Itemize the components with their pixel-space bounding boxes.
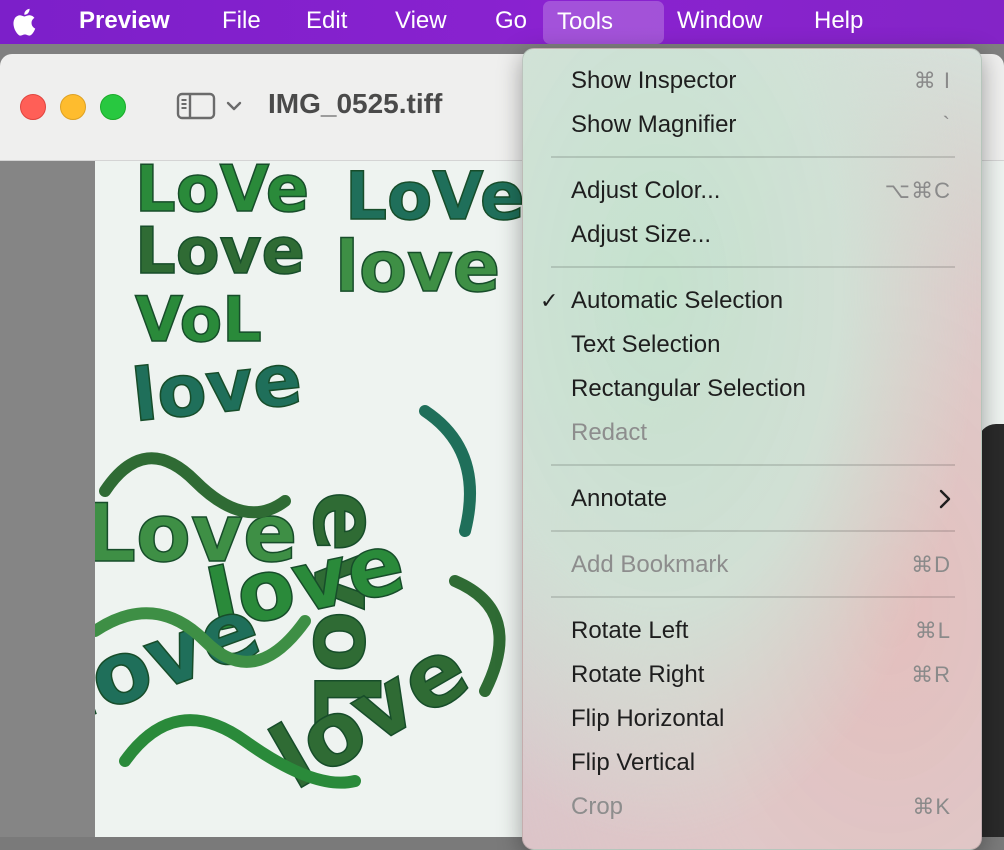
menu-item-label: Rotate Left	[571, 617, 689, 644]
menu-item-show-inspector[interactable]: Show Inspector ⌘ I	[523, 61, 981, 101]
graffiti-word: love	[128, 337, 306, 438]
minimize-button[interactable]	[60, 94, 86, 120]
menu-bar: Preview File Edit View Go Tools Window H…	[0, 0, 1004, 44]
menu-separator	[551, 530, 955, 532]
menu-item-shortcut: ⌘ I	[913, 68, 951, 93]
menu-item-adjust-size[interactable]: Adjust Size...	[523, 215, 981, 255]
menu-item-label: Adjust Size...	[571, 221, 712, 248]
menu-item-automatic-selection[interactable]: ✓ Automatic Selection	[523, 281, 981, 321]
menu-item-label: Show Magnifier	[571, 111, 737, 138]
menu-item-label: Show Inspector	[571, 67, 737, 94]
document-title: IMG_0525.tiff	[268, 88, 443, 119]
menu-item-shortcut: ⌘K	[912, 794, 951, 819]
apple-logo-icon	[13, 8, 36, 36]
tools-menu: Show Inspector ⌘ I Show Magnifier ` Adju…	[522, 48, 982, 850]
menu-item-annotate[interactable]: Annotate	[523, 479, 981, 519]
zoom-button[interactable]	[100, 94, 126, 120]
menu-item-label: Text Selection	[571, 331, 721, 358]
menu-item-label: Flip Horizontal	[571, 705, 725, 732]
menu-separator	[551, 464, 955, 466]
menu-item-label: Annotate	[571, 485, 668, 512]
menu-item-label: Redact	[571, 419, 648, 446]
menu-item-show-magnifier[interactable]: Show Magnifier `	[523, 105, 981, 145]
menu-window[interactable]: Window	[663, 0, 776, 44]
menu-item-adjust-color[interactable]: Adjust Color... ⌥⌘C	[523, 171, 981, 211]
apple-menu[interactable]	[6, 0, 40, 44]
close-button[interactable]	[20, 94, 46, 120]
menu-item-label: Rotate Right	[571, 661, 705, 688]
menu-item-label: Automatic Selection	[571, 287, 784, 314]
menu-item-redact: Redact	[523, 413, 981, 453]
menu-separator	[551, 156, 955, 158]
menu-item-flip-horizontal[interactable]: Flip Horizontal	[523, 699, 981, 739]
menu-edit[interactable]: Edit	[292, 0, 361, 44]
chevron-down-icon[interactable]	[226, 96, 242, 116]
app-menu-preview[interactable]: Preview	[65, 0, 184, 44]
menu-file[interactable]: File	[208, 0, 275, 44]
menu-item-label: Adjust Color...	[571, 177, 721, 204]
menu-item-label: Crop	[571, 793, 624, 820]
menu-item-shortcut: `	[942, 112, 951, 137]
menu-go[interactable]: Go	[481, 0, 541, 44]
chevron-right-icon	[939, 489, 951, 509]
graffiti-word: love	[335, 226, 500, 308]
menu-item-add-bookmark: Add Bookmark ⌘D	[523, 545, 981, 585]
menu-item-shortcut: ⌘L	[914, 618, 951, 643]
menu-item-rotate-right[interactable]: Rotate Right ⌘R	[523, 655, 981, 695]
menu-separator	[551, 596, 955, 598]
checkmark-icon: ✓	[540, 288, 559, 313]
sidebar-gutter	[0, 161, 95, 837]
graffiti-word: Love	[135, 215, 305, 289]
menu-item-crop: Crop ⌘K	[523, 787, 981, 827]
graffiti-stroke	[419, 405, 476, 537]
menu-item-label: Rectangular Selection	[571, 375, 806, 402]
menu-item-shortcut: ⌥⌘C	[884, 178, 951, 203]
sidebar-icon[interactable]	[176, 92, 216, 120]
menu-tools[interactable]: Tools	[543, 1, 664, 44]
menu-item-rectangular-selection[interactable]: Rectangular Selection	[523, 369, 981, 409]
menu-item-shortcut: ⌘D	[911, 552, 951, 577]
menu-item-label: Flip Vertical	[571, 749, 696, 776]
menu-view[interactable]: View	[381, 0, 461, 44]
menu-item-rotate-left[interactable]: Rotate Left ⌘L	[523, 611, 981, 651]
menu-item-flip-vertical[interactable]: Flip Vertical	[523, 743, 981, 783]
menu-separator	[551, 266, 955, 268]
menu-item-text-selection[interactable]: Text Selection	[523, 325, 981, 365]
menu-help[interactable]: Help	[800, 0, 877, 44]
graffiti-word: LoVe	[345, 161, 525, 235]
menu-item-label: Add Bookmark	[571, 551, 729, 578]
menu-item-shortcut: ⌘R	[911, 662, 951, 687]
